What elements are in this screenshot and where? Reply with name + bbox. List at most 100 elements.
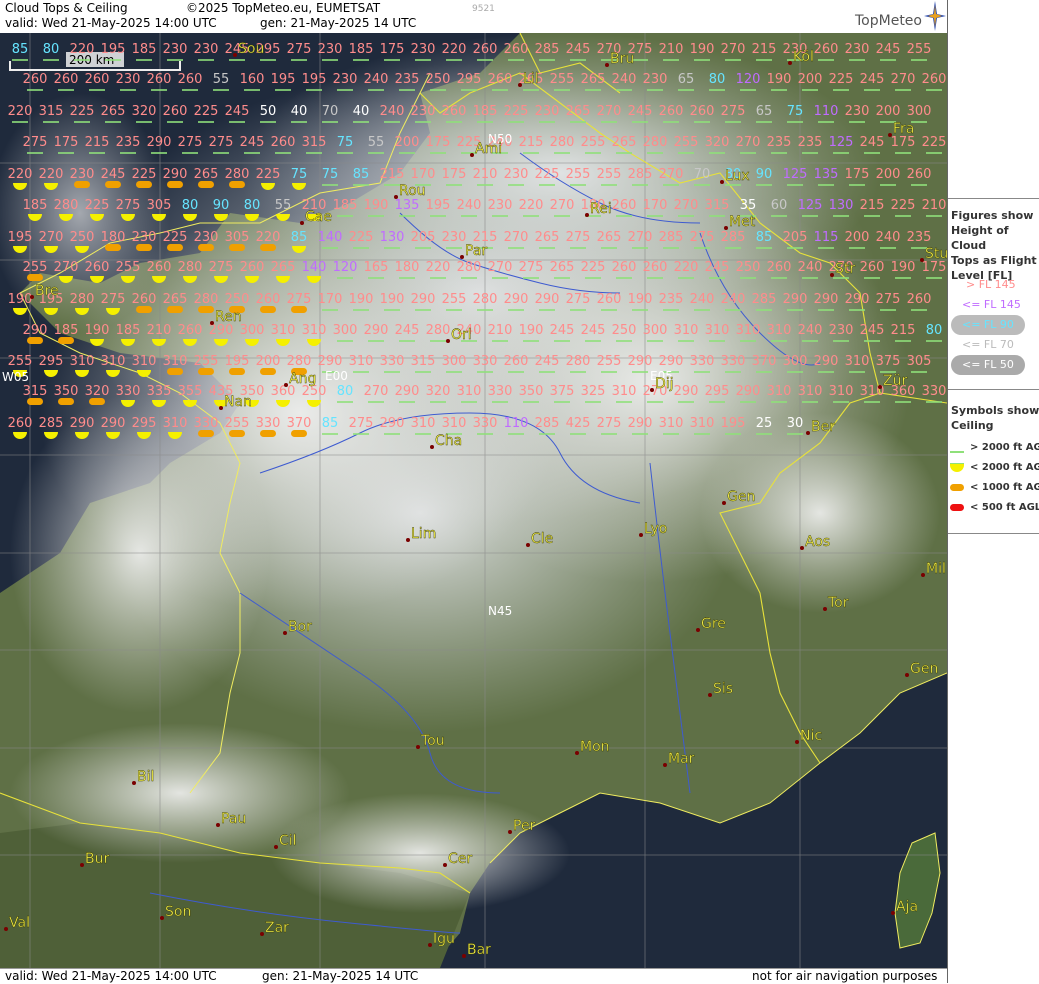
cloud-top-value: 310 bbox=[767, 384, 792, 399]
cloud-top-value: 310 bbox=[302, 323, 327, 338]
cloud-top-value: 370 bbox=[287, 416, 312, 431]
symbol-label-below-1000: < 1000 ft AGL bbox=[970, 482, 1039, 493]
cloud-top-value: 275 bbox=[566, 292, 591, 307]
cloud-top-value: 220 bbox=[256, 230, 281, 245]
cloud-top-value: 265 bbox=[163, 292, 188, 307]
cloud-top-value: 200 bbox=[876, 104, 901, 119]
cloud-top-value: 190 bbox=[364, 198, 389, 213]
cloud-top-value: 195 bbox=[8, 230, 33, 245]
cloud-top-value: 370 bbox=[752, 354, 777, 369]
city-label: Cil bbox=[279, 833, 297, 849]
cloud-top-value: 230 bbox=[132, 230, 157, 245]
cloud-top-value: 35 bbox=[740, 198, 757, 213]
symbol-label-above-2000: > 2000 ft AGL bbox=[970, 442, 1039, 453]
cloud-top-value: 170 bbox=[318, 292, 343, 307]
city-label: Lil bbox=[523, 71, 539, 87]
cloud-top-value: 280 bbox=[178, 260, 203, 275]
cloud-top-value: 215 bbox=[860, 198, 885, 213]
cloud-top-value: 260 bbox=[178, 323, 203, 338]
cloud-top-value: 230 bbox=[845, 42, 870, 57]
cloud-top-value: 265 bbox=[101, 104, 126, 119]
cloud-top-value: 290 bbox=[101, 416, 126, 431]
cloud-top-value: 235 bbox=[798, 135, 823, 150]
cloud-top-value: 250 bbox=[225, 292, 250, 307]
cloud-top-value: 275 bbox=[566, 230, 591, 245]
city-dot bbox=[216, 823, 220, 827]
cloud-top-value: 235 bbox=[116, 135, 141, 150]
symbol-label-below-500: < 500 ft AGL bbox=[970, 502, 1039, 513]
cloud-top-value: 300 bbox=[783, 354, 808, 369]
cloud-top-value: 295 bbox=[457, 72, 482, 87]
cloud-top-value: 270 bbox=[550, 198, 575, 213]
cloud-top-value: 265 bbox=[194, 167, 219, 182]
city-dot bbox=[650, 388, 654, 392]
cloud-top-value: 330 bbox=[194, 416, 219, 431]
cloud-top-value: 185 bbox=[473, 104, 498, 119]
city-label: Per bbox=[513, 818, 536, 834]
cloud-top-value: 290 bbox=[163, 167, 188, 182]
cloud-top-value: 255 bbox=[550, 72, 575, 87]
cloud-top-value: 310 bbox=[845, 354, 870, 369]
cloud-top-value: 355 bbox=[178, 384, 203, 399]
cloud-top-value: 80 bbox=[182, 198, 199, 213]
city-dot bbox=[428, 943, 432, 947]
city-label: Orl bbox=[451, 327, 472, 343]
city-dot bbox=[639, 533, 643, 537]
city-label: Cae bbox=[305, 209, 332, 225]
cloud-top-value: 300 bbox=[442, 354, 467, 369]
cloud-top-value: 290 bbox=[70, 416, 95, 431]
cloud-top-value: 330 bbox=[721, 354, 746, 369]
city-label: Cha bbox=[435, 433, 462, 449]
cloud-top-value: 260 bbox=[612, 198, 637, 213]
cloud-top-value: 310 bbox=[736, 323, 761, 338]
cloud-top-value: 290 bbox=[535, 292, 560, 307]
cloud-top-value: 80 bbox=[244, 198, 261, 213]
cloud-top-value: 80 bbox=[43, 42, 60, 57]
cloud-top-value: 175 bbox=[426, 135, 451, 150]
cloud-top-value: 195 bbox=[302, 72, 327, 87]
cloud-top-value: 310 bbox=[101, 354, 126, 369]
legend-divider bbox=[948, 389, 1039, 390]
city-dot bbox=[920, 258, 924, 262]
cloud-top-value: 285 bbox=[628, 167, 653, 182]
cloud-top-value: 220 bbox=[519, 198, 544, 213]
city-dot bbox=[394, 195, 398, 199]
ceiling-orange-pill bbox=[167, 306, 183, 313]
city-dot bbox=[800, 546, 804, 550]
ceiling-orange-pill bbox=[27, 398, 43, 405]
city-dot bbox=[4, 927, 8, 931]
cloud-top-value: 195 bbox=[271, 72, 296, 87]
city-label: Lyo bbox=[644, 521, 667, 537]
city-dot bbox=[219, 406, 223, 410]
cloud-top-value: 350 bbox=[54, 384, 79, 399]
cloud-top-value: 230 bbox=[333, 72, 358, 87]
legend-divider bbox=[948, 198, 1039, 199]
cloud-top-value: 275 bbox=[721, 104, 746, 119]
legend-item-above-fl145: > FL 145 bbox=[966, 278, 1016, 291]
cloud-top-value: 245 bbox=[628, 104, 653, 119]
cloud-top-value: 230 bbox=[318, 42, 343, 57]
cloud-top-value: 310 bbox=[70, 354, 95, 369]
cloud-top-value: 270 bbox=[504, 230, 529, 245]
cloud-top-value: 210 bbox=[473, 167, 498, 182]
cloud-top-value: 250 bbox=[70, 230, 95, 245]
cloud-top-value: 140 bbox=[318, 230, 343, 245]
cloud-top-value: 215 bbox=[519, 135, 544, 150]
footer-valid-time: valid: Wed 21-May-2025 14:00 UTC bbox=[5, 969, 217, 983]
cloud-top-value: 285 bbox=[752, 292, 777, 307]
cloud-top-value: 310 bbox=[132, 354, 157, 369]
ceiling-orange-pill bbox=[105, 244, 121, 251]
cloud-top-value: 240 bbox=[798, 260, 823, 275]
cloud-top-value: 230 bbox=[488, 198, 513, 213]
cloud-top-value: 320 bbox=[85, 384, 110, 399]
city-label: Rou bbox=[399, 183, 426, 199]
cloud-top-value: 185 bbox=[333, 198, 358, 213]
cloud-top-value: 270 bbox=[364, 384, 389, 399]
city-dot bbox=[888, 133, 892, 137]
cloud-top-value: 185 bbox=[54, 323, 79, 338]
city-dot bbox=[284, 383, 288, 387]
cloud-top-value: 190 bbox=[85, 323, 110, 338]
cloud-top-value: 180 bbox=[395, 260, 420, 275]
cloud-top-value: 240 bbox=[380, 104, 405, 119]
cloud-top-value: 310 bbox=[442, 416, 467, 431]
